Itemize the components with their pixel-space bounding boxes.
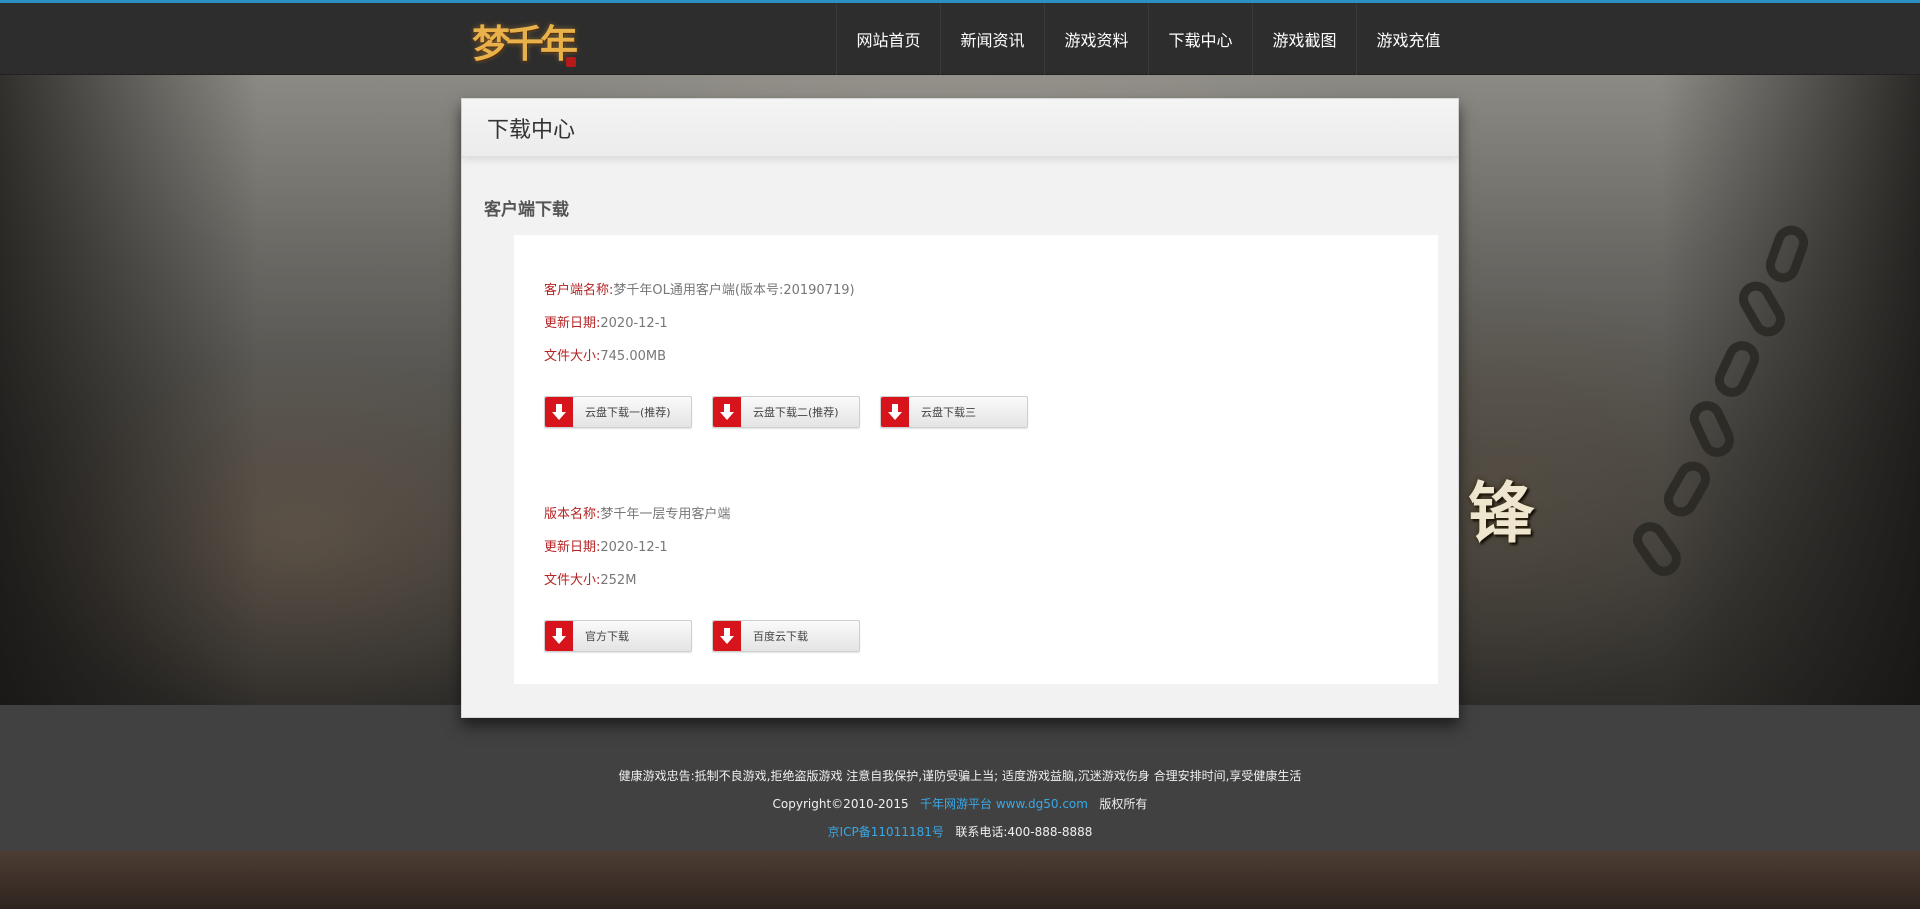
download-button-label: 云盘下载二(推荐): [753, 406, 839, 419]
official-download-button[interactable]: 官方下载: [544, 620, 692, 652]
version-name-row: 版本名称:梦千年一层专用客户端: [544, 503, 730, 522]
file-size-value: 745.00MB: [600, 349, 667, 364]
download-arrow-icon: [881, 397, 909, 427]
logo-text: 梦千年: [472, 21, 578, 66]
update-date-label: 更新日期:: [544, 316, 601, 331]
background-shadow-right: [1660, 75, 1920, 705]
copyright-text: Copyright©2010-2015: [772, 797, 909, 811]
background-slogan: 锋: [1468, 474, 1534, 552]
file-size-label: 文件大小:: [544, 573, 601, 588]
update-date-value: 2020-12-1: [600, 316, 668, 331]
download-arrow-icon: [713, 397, 741, 427]
baidu-cloud-download-button[interactable]: 百度云下载: [712, 620, 860, 652]
client-name-value: 梦千年OL通用客户端(版本号:20190719): [613, 283, 855, 298]
main-nav: 网站首页 新闻资讯 游戏资料 下载中心 游戏截图 游戏充值: [836, 3, 1460, 75]
nav-home[interactable]: 网站首页: [836, 3, 940, 75]
update-date-row: 更新日期:2020-12-1: [544, 536, 668, 555]
download-buttons: 云盘下载一(推荐) 云盘下载二(推荐) 云盘下载三: [544, 396, 1028, 428]
contact-phone: 联系电话:400-888-8888: [955, 825, 1093, 839]
icp-line: 京ICP备11011181号 联系电话:400-888-8888: [0, 823, 1920, 840]
download-buttons: 官方下载 百度云下载: [544, 620, 860, 652]
copyright-line: Copyright©2010-2015 千年网游平台 www.dg50.com …: [0, 795, 1920, 812]
download-arrow-icon: [713, 621, 741, 651]
icp-link[interactable]: 京ICP备11011181号: [828, 825, 944, 839]
file-size-label: 文件大小:: [544, 349, 601, 364]
nav-screenshots[interactable]: 游戏截图: [1252, 3, 1356, 75]
update-date-row: 更新日期:2020-12-1: [544, 312, 668, 331]
logo-seal-icon: [566, 57, 576, 67]
nav-recharge[interactable]: 游戏充值: [1356, 3, 1460, 75]
download-arrow-icon: [545, 397, 573, 427]
nav-game-info[interactable]: 游戏资料: [1044, 3, 1148, 75]
download-button-label: 官方下载: [585, 630, 629, 643]
download-button-label: 百度云下载: [753, 630, 808, 643]
update-date-label: 更新日期:: [544, 540, 601, 555]
file-size-row: 文件大小:745.00MB: [544, 345, 666, 364]
section-title: 客户端下载: [484, 200, 569, 220]
download-arrow-icon: [545, 621, 573, 651]
client-list: 客户端名称:梦千年OL通用客户端(版本号:20190719) 更新日期:2020…: [514, 235, 1438, 684]
background-shadow-left: [0, 75, 260, 705]
version-name-label: 版本名称:: [544, 507, 601, 522]
health-advisory: 健康游戏忠告:抵制不良游戏,拒绝盗版游戏 注意自我保护,谨防受骗上当; 适度游戏…: [618, 769, 1302, 783]
update-date-value: 2020-12-1: [600, 540, 668, 555]
cloud-download-2-button[interactable]: 云盘下载二(推荐): [712, 396, 860, 428]
nav-news[interactable]: 新闻资讯: [940, 3, 1044, 75]
bottom-scene: [0, 851, 1920, 909]
site-logo[interactable]: 梦千年: [464, 9, 584, 73]
rights-text: 版权所有: [1099, 797, 1148, 811]
cloud-download-1-button[interactable]: 云盘下载一(推荐): [544, 396, 692, 428]
client-name-label: 客户端名称:: [544, 283, 614, 298]
file-size-value: 252M: [600, 573, 637, 588]
panel-header: 下载中心: [462, 99, 1458, 157]
nav-download-center[interactable]: 下载中心: [1148, 3, 1252, 75]
page-title: 下载中心: [487, 117, 576, 143]
download-button-label: 云盘下载一(推荐): [585, 406, 671, 419]
platform-link[interactable]: 千年网游平台 www.dg50.com: [920, 797, 1088, 811]
download-button-label: 云盘下载三: [921, 406, 976, 419]
file-size-row: 文件大小:252M: [544, 569, 636, 588]
client-name-row: 客户端名称:梦千年OL通用客户端(版本号:20190719): [544, 279, 855, 298]
download-panel: 下载中心 客户端下载 客户端名称:梦千年OL通用客户端(版本号:20190719…: [461, 98, 1459, 718]
cloud-download-3-button[interactable]: 云盘下载三: [880, 396, 1028, 428]
version-name-value: 梦千年一层专用客户端: [600, 507, 731, 522]
